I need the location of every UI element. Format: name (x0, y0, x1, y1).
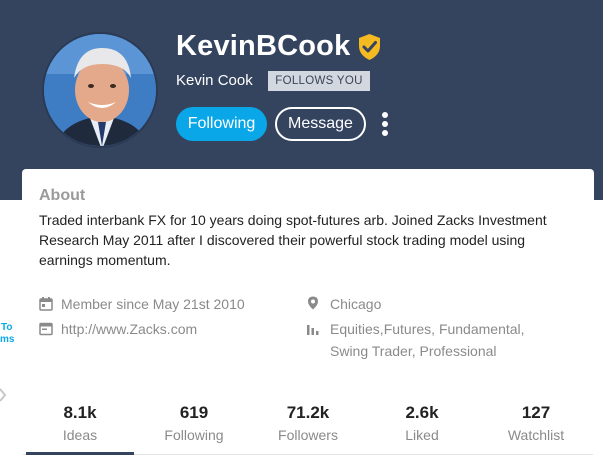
avatar (42, 32, 158, 148)
tab-following[interactable]: 619 Following (137, 400, 251, 456)
stats-tabs: 8.1k Ideas 619 Following 71.2k Followers… (23, 400, 593, 456)
username-row: KevinBCook (176, 30, 382, 63)
tab-watchlist[interactable]: 127 Watchlist (479, 400, 593, 456)
side-text-line-2: ms (0, 334, 15, 345)
side-text-line-1: To (1, 322, 13, 333)
member-since: Member since May 21st 2010 (61, 296, 245, 312)
website-link[interactable]: http://www.Zacks.com (61, 318, 197, 340)
follows-you-badge: FOLLOWS YOU (268, 71, 370, 91)
verified-badge-icon (359, 33, 381, 60)
stat-value: 127 (521, 403, 551, 422)
stat-value: 71.2k (286, 403, 330, 422)
username: KevinBCook (176, 30, 351, 62)
tab-followers[interactable]: 71.2k Followers (251, 400, 365, 456)
active-tab-indicator (26, 452, 134, 455)
stat-label: Ideas (62, 427, 98, 443)
tab-ideas[interactable]: 8.1k Ideas (23, 400, 137, 456)
stat-label: Liked (405, 427, 439, 443)
location-pin-icon (308, 296, 318, 310)
stat-value: 8.1k (63, 403, 97, 422)
stat-label: Following (164, 427, 224, 443)
location: Chicago (330, 296, 382, 312)
stat-value: 619 (179, 403, 209, 422)
stat-label: Followers (278, 427, 338, 443)
more-vertical-icon[interactable] (378, 112, 392, 136)
bio-text: Traded interbank FX for 10 years doing s… (39, 212, 547, 268)
side-panel-link[interactable]: To ms (0, 322, 14, 346)
about-title: About (39, 187, 86, 204)
interests-line-2: Swing Trader, Professional (330, 343, 497, 359)
bar-chart-icon (307, 325, 319, 335)
tab-liked[interactable]: 2.6k Liked (365, 400, 479, 456)
message-button[interactable]: Message (275, 107, 366, 141)
browser-icon (39, 322, 53, 336)
stat-label: Watchlist (507, 427, 565, 443)
following-button[interactable]: Following (176, 107, 267, 141)
interests-line-1: Equities,Futures, Fundamental, (330, 321, 525, 337)
chevron-right-icon[interactable] (0, 388, 6, 402)
real-name: Kevin Cook (176, 72, 253, 89)
calendar-icon (39, 297, 53, 311)
stat-value: 2.6k (405, 403, 439, 422)
